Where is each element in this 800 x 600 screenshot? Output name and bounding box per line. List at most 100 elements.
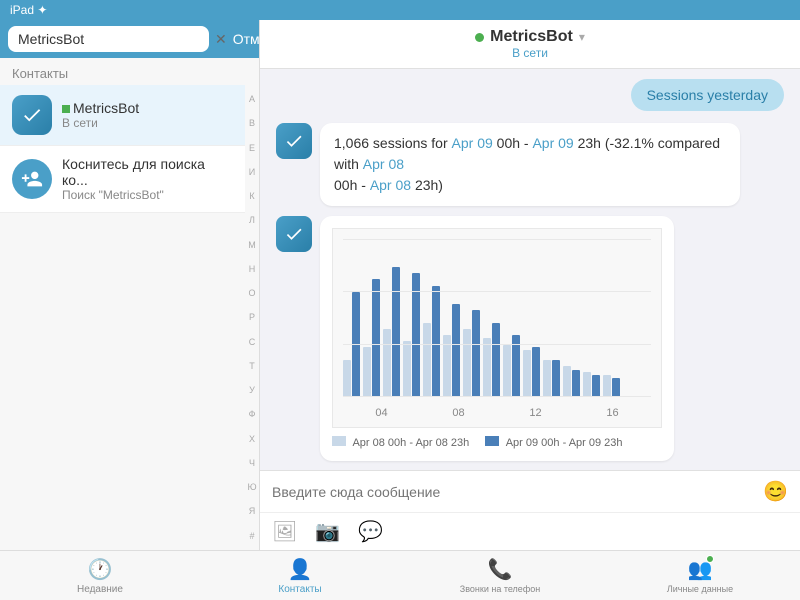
msg-text-1b: 00h - — [493, 135, 533, 151]
bar-gray — [543, 360, 551, 397]
chat-header: MetricsBot ▾ В сети — [260, 20, 800, 69]
bar-blue — [472, 310, 480, 397]
contacts-header: Контакты — [0, 58, 259, 85]
bar-group — [583, 372, 600, 397]
phone-icon: 📞 — [488, 557, 513, 582]
bar-gray — [563, 366, 571, 397]
nav-item-contacts[interactable]: 👤 Контакты — [200, 551, 400, 600]
x-label-16: 16 — [606, 407, 618, 419]
status-bar: iPad ✦ — [0, 0, 800, 20]
nav-item-profile[interactable]: 👥 Личные данные — [600, 551, 800, 600]
bar-group — [603, 375, 620, 397]
chat-messages[interactable]: Sessions yesterday 1,066 sessions for Ap… — [260, 69, 800, 470]
contact-name-search: Коснитесь для поиска ко... — [62, 156, 233, 188]
bot-check-icon-2 — [284, 224, 304, 244]
bar-gray — [343, 360, 351, 397]
emoji-button[interactable]: 😊 — [763, 479, 788, 504]
bar-group — [363, 279, 380, 397]
nav-label-calls: Звонки на телефон — [460, 584, 540, 594]
bar-blue — [532, 347, 540, 397]
bar-gray — [403, 341, 411, 397]
bar-blue — [512, 335, 520, 397]
chart-container: 04 08 12 16 — [332, 228, 662, 428]
bar-gray — [583, 372, 591, 397]
contact-item-metricsbot[interactable]: MetricsBot В сети — [0, 85, 245, 146]
status-left: iPad ✦ — [10, 3, 47, 17]
search-bar: ✕ Отменить — [0, 20, 259, 58]
bot-avatar-2 — [276, 216, 312, 252]
message-row-chart: 04 08 12 16 Apr 08 00h - Apr 08 23h — [276, 216, 784, 461]
bar-blue — [552, 360, 560, 397]
bar-blue — [492, 323, 500, 397]
sessions-yesterday-button[interactable]: Sessions yesterday — [631, 79, 784, 111]
msg-text-1a: 1,066 sessions for — [334, 135, 452, 151]
contact-info-metricsbot: MetricsBot В сети — [62, 100, 233, 130]
chat-area: MetricsBot ▾ В сети Sessions yesterday — [260, 20, 800, 550]
bar-gray — [523, 350, 531, 397]
chart-legend: Apr 08 00h - Apr 08 23h Apr 09 00h - Apr… — [332, 436, 662, 449]
image-icon[interactable]: 🖼 — [272, 519, 297, 544]
bottom-nav: 🕐 Недавние 👤 Контакты 📞 Звонки на телефо… — [0, 550, 800, 600]
contact-items: MetricsBot В сети Коснит — [0, 85, 245, 550]
contact-item-search[interactable]: Коснитесь для поиска ко... Поиск "Metric… — [0, 146, 245, 213]
main-area: ✕ Отменить Контакты — [0, 20, 800, 550]
nav-item-recent[interactable]: 🕐 Недавние — [0, 551, 200, 600]
bar-blue — [592, 375, 600, 397]
contact-status-search: Поиск "MetricsBot" — [62, 188, 233, 202]
msg-date-apr09-2: Apr 09 — [532, 135, 573, 151]
contacts-icon: 👤 — [288, 557, 313, 582]
camera-icon[interactable]: 📷 — [315, 519, 340, 544]
nav-label-profile: Личные данные — [667, 584, 733, 594]
bar-group — [423, 286, 440, 397]
bar-gray — [463, 329, 471, 397]
sessions-btn-container: Sessions yesterday — [276, 79, 784, 123]
message-row-1: 1,066 sessions for Apr 09 00h - Apr 09 2… — [276, 123, 784, 206]
bot-avatar-1 — [276, 123, 312, 159]
bar-group — [403, 273, 420, 397]
sidebar: ✕ Отменить Контакты — [0, 20, 260, 550]
badge-dot — [706, 555, 714, 563]
bar-gray — [483, 338, 491, 397]
contact-info-search: Коснитесь для поиска ко... Поиск "Metric… — [62, 156, 233, 202]
bar-gray — [383, 329, 391, 397]
bar-blue — [612, 378, 620, 397]
x-label-04: 04 — [375, 407, 387, 419]
bar-gray — [363, 347, 371, 397]
chart-bubble: 04 08 12 16 Apr 08 00h - Apr 08 23h — [320, 216, 674, 461]
bar-group — [563, 366, 580, 397]
nav-item-calls[interactable]: 📞 Звонки на телефон — [400, 551, 600, 600]
bar-group — [483, 323, 500, 397]
clock-icon: 🕐 — [88, 557, 113, 582]
bar-blue — [432, 286, 440, 397]
bot-check-icon — [284, 131, 304, 151]
bar-gray — [603, 375, 611, 397]
msg-text-1d: 00h - — [334, 177, 370, 193]
legend-item-blue: Apr 09 00h - Apr 09 23h — [485, 436, 622, 449]
toolbar-icons: 🖼 📷 💬 — [260, 512, 800, 550]
bar-group — [343, 292, 360, 397]
contact-status-metricsbot: В сети — [62, 116, 233, 130]
chat-bubble-icon[interactable]: 💬 — [358, 519, 383, 544]
legend-item-gray: Apr 08 00h - Apr 08 23h — [332, 436, 469, 449]
bar-blue — [572, 370, 580, 397]
chat-input-row: 😊 — [260, 470, 800, 512]
bar-group — [463, 310, 480, 397]
bar-group — [523, 347, 540, 397]
msg-date-apr09-1: Apr 09 — [452, 135, 493, 151]
clear-search-icon[interactable]: ✕ — [215, 31, 227, 48]
bar-gray — [423, 323, 431, 397]
contact-name-metricsbot: MetricsBot — [62, 100, 233, 116]
search-input[interactable] — [8, 26, 209, 52]
bar-gray — [503, 345, 511, 397]
add-person-icon — [21, 168, 43, 190]
message-input[interactable] — [272, 484, 753, 500]
nav-label-recent: Недавние — [77, 584, 123, 595]
contact-list: MetricsBot В сети Коснит — [0, 85, 259, 550]
alpha-index: А В Е И К Л М Н О Р С Т У Ф Х Ч Ю — [245, 85, 259, 550]
bar-group — [443, 304, 460, 397]
chevron-down-icon[interactable]: ▾ — [579, 30, 585, 44]
chart-bars — [343, 239, 651, 397]
nav-label-contacts: Контакты — [278, 584, 321, 595]
bar-blue — [412, 273, 420, 397]
x-axis: 04 08 12 16 — [343, 407, 651, 419]
